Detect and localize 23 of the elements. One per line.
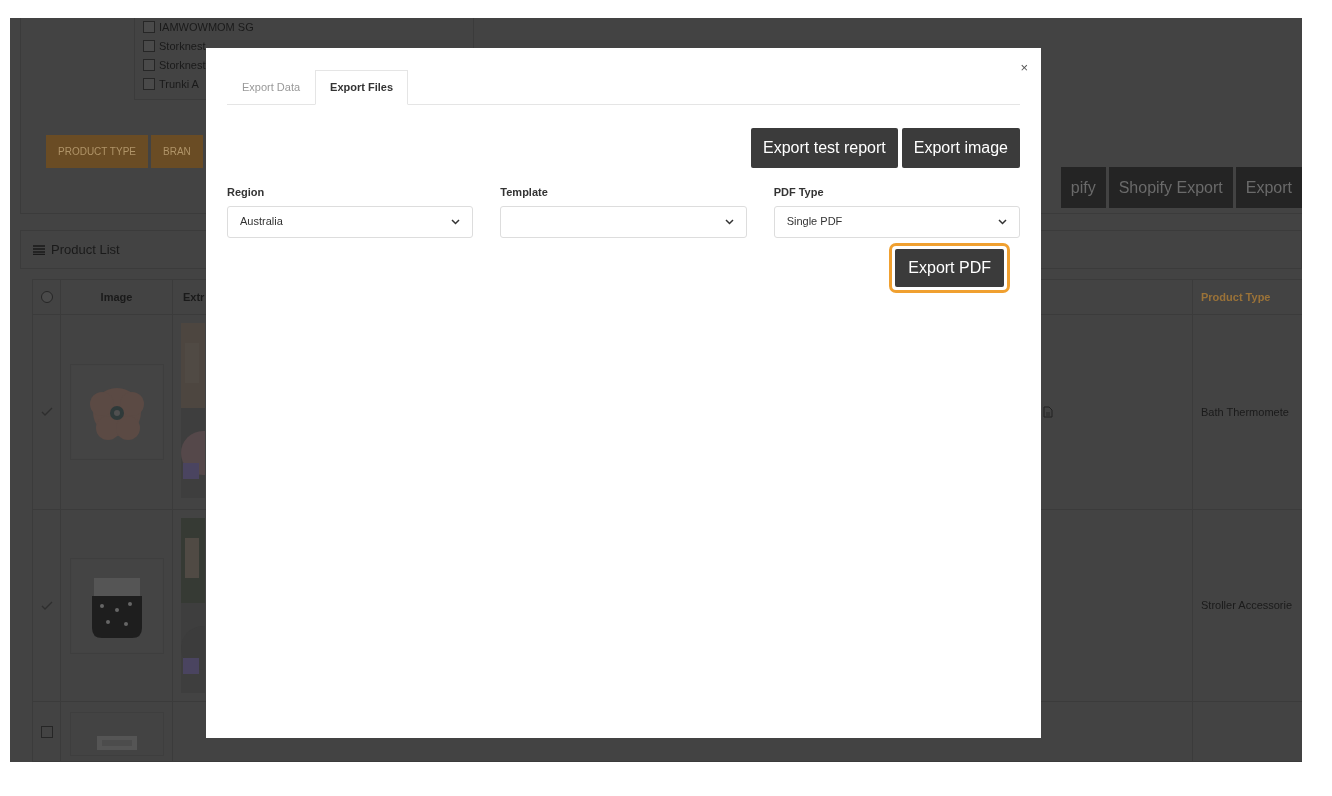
- chevron-down-icon: [724, 218, 734, 225]
- document-icon[interactable]: [1043, 406, 1053, 418]
- select-field[interactable]: Australia: [227, 205, 474, 238]
- action-button[interactable]: Export image: [901, 128, 1020, 168]
- empty-checkbox[interactable]: [40, 725, 53, 738]
- checkbox[interactable]: [143, 59, 155, 71]
- select-field[interactable]: Single PDF: [773, 205, 1020, 238]
- checkbox[interactable]: [143, 78, 155, 90]
- close-button[interactable]: ×: [1020, 60, 1028, 74]
- action-button[interactable]: Export test report: [751, 128, 898, 168]
- column-header: Product Type: [1201, 289, 1271, 305]
- checkbox[interactable]: [143, 21, 155, 33]
- select-field[interactable]: [500, 205, 747, 238]
- chevron-down-icon: [451, 218, 461, 225]
- checkbox[interactable]: [143, 40, 155, 52]
- field-label: PDF Type: [773, 185, 825, 200]
- field-label: Region: [227, 185, 266, 200]
- field-label: Template: [500, 185, 549, 200]
- chevron-down-icon: [998, 218, 1007, 225]
- export-pdf-button[interactable]: Export PDF: [889, 242, 1010, 293]
- tab[interactable]: Export Files: [315, 70, 409, 105]
- select-all-checkbox[interactable]: [40, 291, 53, 303]
- list-icon: [33, 244, 45, 255]
